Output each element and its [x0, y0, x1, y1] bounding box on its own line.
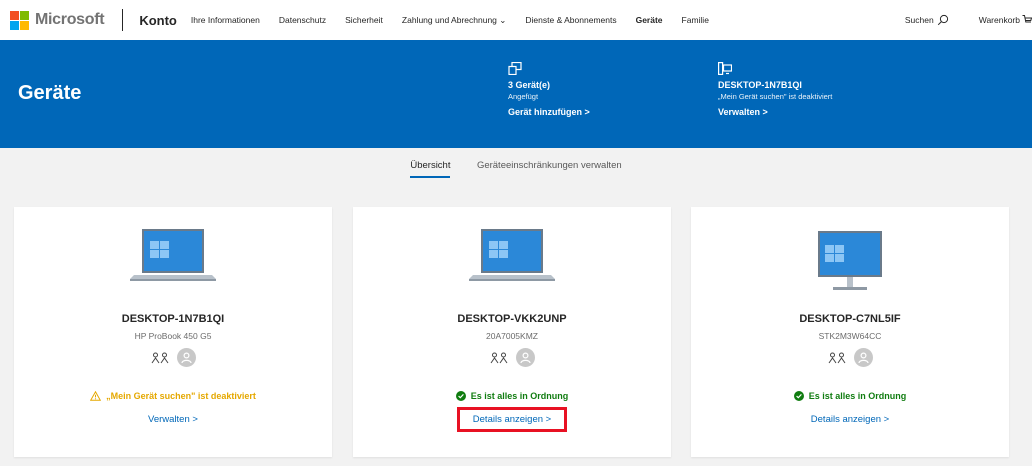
cart-label: Warenkorb [978, 15, 1020, 25]
nav-link-payment[interactable]: Zahlung und Abrechnung ⌄ [402, 15, 506, 26]
check-circle-icon [793, 391, 804, 401]
avatar[interactable] [515, 348, 535, 367]
avatar[interactable] [176, 348, 196, 367]
device-name: DESKTOP-1N7B1QI [121, 313, 225, 325]
device-status: „Mein Gerät suchen" ist deaktiviert [14, 391, 332, 401]
brand-name: Microsoft [35, 11, 105, 28]
person-icon [857, 352, 869, 364]
laptop-icon [130, 229, 216, 281]
nav-link-privacy[interactable]: Datenschutz [279, 15, 326, 25]
laptop-icon [469, 229, 555, 281]
device-count-sub: Angefügt [508, 92, 539, 101]
computer-icon [718, 62, 732, 75]
cart-icon [1022, 15, 1032, 23]
devices-icon [508, 62, 522, 75]
nav-link-services[interactable]: Dienste & Abonnements [525, 15, 616, 25]
tab-bar: Übersicht Geräteeinschränkungen verwalte… [0, 155, 1032, 178]
add-device-link[interactable]: Gerät hinzufügen > [508, 105, 590, 119]
primary-device-name: DESKTOP-1N7B1QI [718, 80, 802, 90]
device-count: 3 Gerät(e) [508, 80, 551, 90]
hero-banner: Geräte 3 Gerät(e) Angefügt Gerät hinzufü… [0, 40, 1032, 148]
nav-link-info[interactable]: Ihre Informationen [191, 15, 260, 25]
search-icon [937, 14, 948, 26]
family-icon[interactable] [151, 351, 169, 365]
device-card: DESKTOP-VKK2UNP 20A7005KMZ Es ist alles … [353, 207, 671, 457]
nav-links: Ihre Informationen Datenschutz Sicherhei… [191, 15, 728, 26]
nav-right: Suchen Warenkorb [905, 0, 1032, 40]
search-button[interactable]: Suchen [905, 14, 949, 26]
highlight-box [457, 407, 567, 432]
top-nav: Microsoft Konto Ihre Informationen Daten… [0, 0, 1032, 40]
tab-overview[interactable]: Übersicht [410, 160, 451, 178]
device-name: DESKTOP-VKK2UNP [457, 313, 567, 325]
device-name: DESKTOP-C7NL5IF [799, 313, 901, 325]
person-icon [180, 352, 192, 364]
cart-button[interactable]: Warenkorb [979, 14, 1032, 26]
hero-primary-device: DESKTOP-1N7B1QI „Mein Gerät suchen" ist … [718, 62, 832, 119]
tab-device-restrictions[interactable]: Geräteeinschränkungen verwalten [477, 160, 622, 176]
microsoft-logo[interactable]: Microsoft [10, 10, 105, 30]
status-text: Es ist alles in Ordnung [470, 391, 569, 401]
hero-devices-summary: 3 Gerät(e) Angefügt Gerät hinzufügen > [508, 62, 590, 119]
device-model: STK2M3W64CC [818, 331, 882, 341]
manage-link[interactable]: Verwalten > [718, 105, 832, 119]
avatar[interactable] [853, 348, 873, 367]
device-status: Es ist alles in Ordnung [353, 391, 671, 401]
device-model: 20A7005KMZ [486, 331, 538, 341]
manage-device-link[interactable]: Verwalten > [14, 414, 332, 425]
nav-link-devices[interactable]: Geräte [636, 15, 663, 25]
device-status: Es ist alles in Ordnung [691, 391, 1009, 401]
nav-divider [122, 9, 124, 31]
details-link[interactable]: Details anzeigen > [691, 414, 1009, 425]
status-text: „Mein Gerät suchen" ist deaktiviert [106, 391, 256, 401]
nav-link-security[interactable]: Sicherheit [345, 15, 383, 25]
status-text: Es ist alles in Ordnung [808, 391, 907, 401]
search-label: Suchen [904, 15, 934, 25]
check-circle-icon [455, 391, 466, 401]
device-users [691, 348, 1009, 367]
device-card: DESKTOP-1N7B1QI HP ProBook 450 G5 „Mein … [14, 207, 332, 457]
microsoft-logo-icon [10, 10, 29, 30]
person-icon [519, 352, 531, 364]
desktop-monitor-icon [818, 231, 882, 290]
device-users [14, 348, 332, 367]
nav-link-family[interactable]: Familie [682, 15, 709, 25]
warning-icon [90, 391, 102, 401]
device-card: DESKTOP-C7NL5IF STK2M3W64CC Es ist alles… [691, 207, 1009, 457]
device-users [353, 348, 671, 367]
device-model: HP ProBook 450 G5 [134, 331, 212, 341]
family-icon[interactable] [490, 351, 508, 365]
primary-device-status: „Mein Gerät suchen" ist deaktiviert [718, 92, 833, 101]
section-title[interactable]: Konto [139, 13, 177, 28]
page-title: Geräte [18, 82, 82, 104]
family-icon[interactable] [828, 351, 846, 365]
